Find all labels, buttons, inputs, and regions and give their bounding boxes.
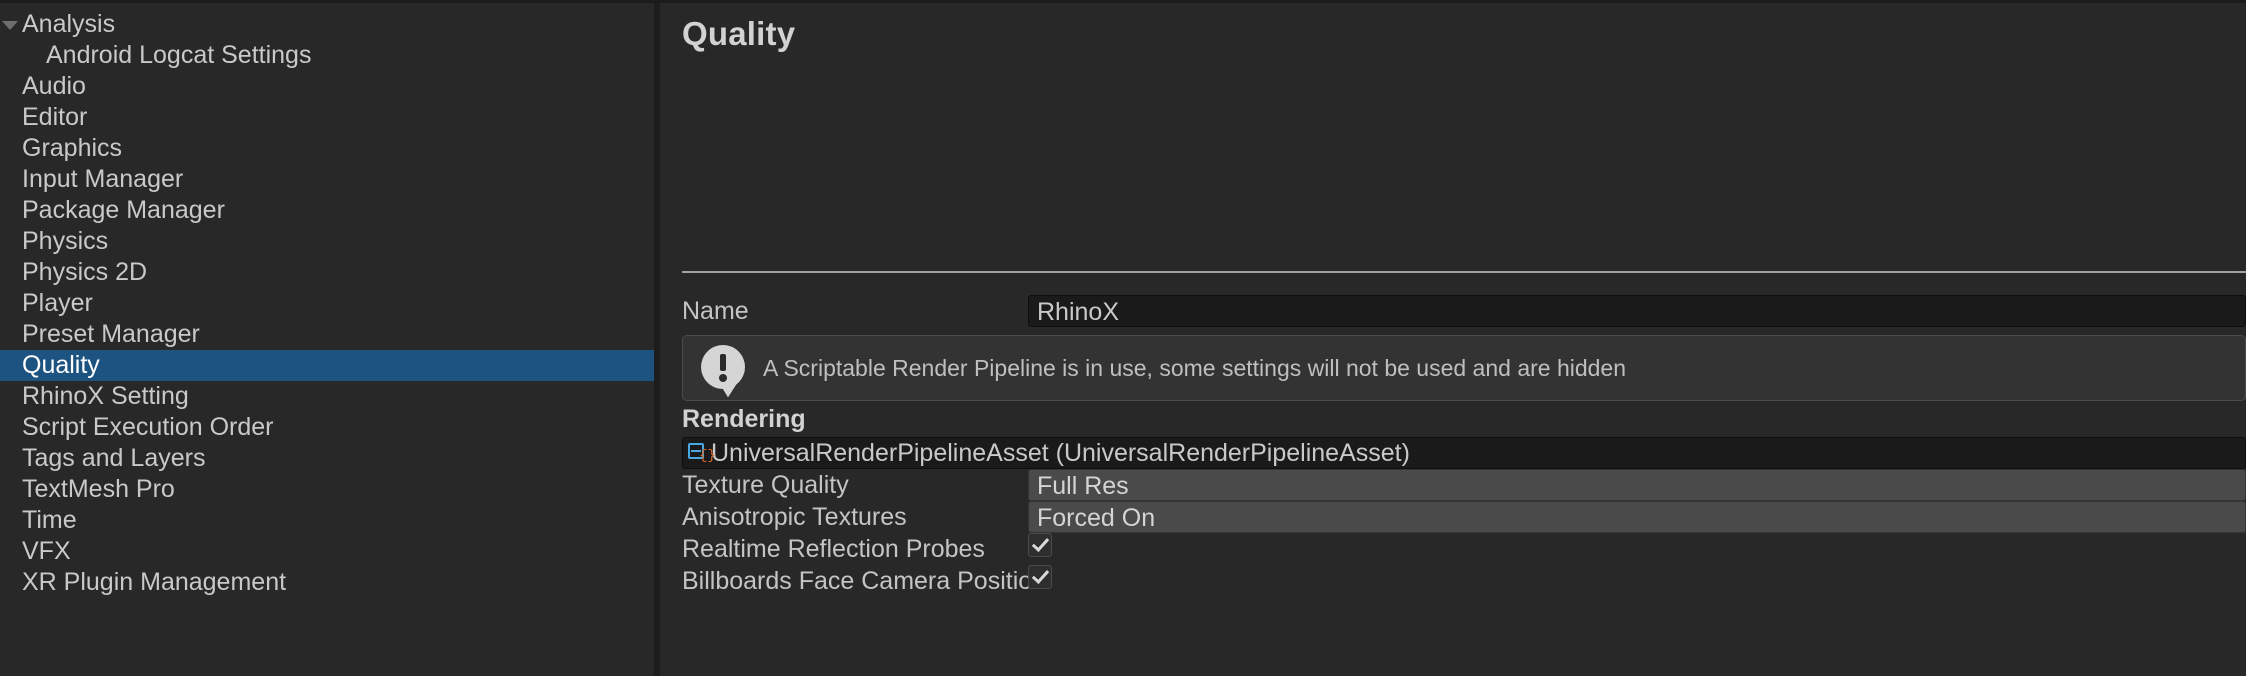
- sidebar-item-physics[interactable]: Physics: [0, 226, 654, 257]
- info-icon: [701, 345, 747, 391]
- name-row: Name RhinoX: [660, 295, 2246, 327]
- sidebar-item-label: VFX: [22, 537, 71, 565]
- property-label: Anisotropic Textures: [682, 502, 907, 531]
- sidebar-item-label: Tags and Layers: [22, 444, 206, 472]
- property-field: Forced On: [1028, 501, 2246, 533]
- name-input[interactable]: RhinoX: [1028, 295, 2246, 327]
- sidebar-item-quality[interactable]: Quality: [0, 350, 654, 381]
- sidebar-item-tags-and-layers[interactable]: Tags and Layers: [0, 443, 654, 474]
- sidebar-item-input-manager[interactable]: Input Manager: [0, 164, 654, 195]
- sidebar-item-rhinox-setting[interactable]: RhinoX Setting: [0, 381, 654, 412]
- property-dropdown[interactable]: Full Res: [1028, 469, 2246, 501]
- sidebar-item-label: Preset Manager: [22, 320, 200, 348]
- sidebar-item-label: Input Manager: [22, 165, 184, 193]
- property-row: Anisotropic Textures Forced On: [660, 501, 2246, 533]
- property-dropdown[interactable]: Forced On: [1028, 501, 2246, 533]
- sidebar-item-label: TextMesh Pro: [22, 475, 175, 503]
- sidebar-item-label: Graphics: [22, 134, 123, 162]
- sidebar-item-graphics[interactable]: Graphics: [0, 133, 654, 164]
- property-label: Texture Quality: [682, 470, 849, 499]
- settings-category-list: Analysis Android Logcat Settings Audio Edit…: [0, 9, 654, 598]
- render-pipeline-asset-field[interactable]: {} UniversalRenderPipelineAsset (Univers…: [682, 437, 2246, 469]
- sidebar-item-time[interactable]: Time: [0, 505, 654, 536]
- sidebar-item-vfx[interactable]: VFX: [0, 536, 654, 567]
- sidebar-item-preset-manager[interactable]: Preset Manager: [0, 319, 654, 350]
- property-checkbox[interactable]: [1028, 533, 1052, 557]
- property-row: Texture Quality Full Res: [660, 469, 2246, 501]
- render-pipeline-asset-icon: {}: [686, 441, 716, 465]
- sidebar-item-player[interactable]: Player: [0, 288, 654, 319]
- sidebar-item-label: Android Logcat Settings: [46, 41, 312, 69]
- sidebar-item-label: Time: [22, 506, 77, 534]
- unity-project-settings-window: Analysis Android Logcat Settings Audio Edit…: [0, 0, 2246, 676]
- sidebar-item-script-execution-order[interactable]: Script Execution Order: [0, 412, 654, 443]
- sidebar-item-label: Analysis: [22, 10, 116, 38]
- page-title: Quality: [682, 15, 796, 52]
- section-divider: [682, 271, 2246, 273]
- sidebar-item-label: XR Plugin Management: [22, 568, 287, 596]
- sidebar-item-label: Quality: [22, 351, 100, 379]
- name-label: Name: [682, 296, 749, 325]
- sidebar-item-label: Audio: [22, 72, 86, 100]
- settings-category-sidebar[interactable]: Analysis Android Logcat Settings Audio Edit…: [0, 3, 660, 676]
- property-field: [1028, 533, 2246, 565]
- quality-properties-area: Name RhinoX A Scriptable Render Pipeline…: [660, 295, 2246, 597]
- quality-settings-panel: Quality Levels iOS: [660, 3, 2246, 676]
- property-row: Billboards Face Camera Position: [660, 565, 2246, 597]
- sidebar-item-label: Physics: [22, 227, 109, 255]
- sidebar-item-label: Editor: [22, 103, 88, 131]
- property-checkbox[interactable]: [1028, 565, 1052, 589]
- sidebar-item-physics-2d[interactable]: Physics 2D: [0, 257, 654, 288]
- sidebar-item-label: Physics 2D: [22, 258, 148, 286]
- sidebar-item-analysis[interactable]: Analysis: [0, 9, 654, 40]
- sidebar-item-package-manager[interactable]: Package Manager: [0, 195, 654, 226]
- sidebar-item-textmesh-pro[interactable]: TextMesh Pro: [0, 474, 654, 505]
- chevron-down-icon[interactable]: [2, 20, 18, 30]
- rendering-section-header: Rendering: [682, 405, 806, 433]
- sidebar-item-label: Player: [22, 289, 93, 317]
- rendering-property-rows: Texture Quality Full Res Anisotropic Textu…: [660, 469, 2246, 597]
- sidebar-item-audio[interactable]: Audio: [0, 71, 654, 102]
- srp-warning-helpbox: A Scriptable Render Pipeline is in use, …: [682, 335, 2246, 401]
- sidebar-item-label: Script Execution Order: [22, 413, 274, 441]
- srp-warning-message: A Scriptable Render Pipeline is in use, …: [763, 354, 1627, 381]
- sidebar-item-editor[interactable]: Editor: [0, 102, 654, 133]
- name-field-wrap: RhinoX: [1028, 295, 2246, 327]
- property-field: Full Res: [1028, 469, 2246, 501]
- property-field: [1028, 565, 2246, 597]
- property-row: Realtime Reflection Probes: [660, 533, 2246, 565]
- render-pipeline-asset-value: UniversalRenderPipelineAsset (UniversalR…: [711, 438, 1410, 467]
- sidebar-item-android-logcat-settings[interactable]: Android Logcat Settings: [0, 40, 654, 71]
- property-label: Billboards Face Camera Position: [682, 566, 1047, 595]
- sidebar-item-xr-plugin-management[interactable]: XR Plugin Management: [0, 567, 654, 598]
- sidebar-item-label: RhinoX Setting: [22, 382, 189, 410]
- sidebar-item-label: Package Manager: [22, 196, 225, 224]
- property-label: Realtime Reflection Probes: [682, 534, 985, 563]
